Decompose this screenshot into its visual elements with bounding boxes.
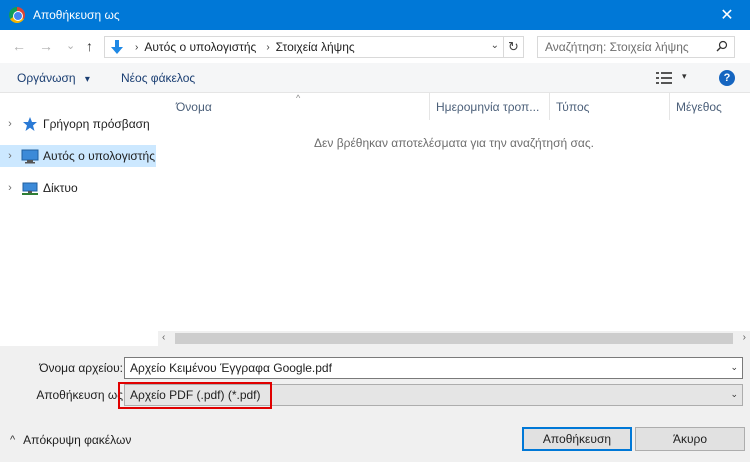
chevron-right-icon[interactable]: › — [1, 118, 19, 130]
forward-button[interactable]: → — [39, 38, 53, 54]
highlight-box — [118, 382, 272, 409]
scrollbar-thumb[interactable] — [175, 333, 733, 344]
filename-label: Όνομα αρχείου: — [39, 361, 123, 375]
empty-results-message: Δεν βρέθηκαν αποτελέσματα για την αναζήτ… — [314, 136, 594, 150]
breadcrumb-separator: › — [266, 41, 270, 53]
recent-locations-button[interactable]: ⌄ — [66, 39, 75, 52]
sidebar-item-label: Γρήγορη πρόσβαση — [43, 117, 150, 131]
new-folder-button[interactable]: Νέος φάκελος — [121, 71, 195, 85]
hide-folders-label: Απόκρυψη φακέλων — [23, 433, 132, 447]
download-folder-icon — [109, 39, 125, 55]
filename-row: Όνομα αρχείου: Αρχείο Κειμένου Έγγραφα G… — [0, 357, 750, 379]
window-title: Αποθήκευση ως — [33, 8, 120, 22]
help-button[interactable]: ? — [719, 70, 735, 86]
breadcrumb-separator: › — [135, 41, 139, 53]
address-dropdown-button[interactable]: ⌄ — [491, 40, 499, 51]
sidebar-item-quick-access[interactable]: › Γρήγορη πρόσβαση — [0, 113, 156, 135]
sidebar-item-label: Αυτός ο υπολογιστής — [43, 149, 155, 163]
refresh-button[interactable]: ↻ — [504, 36, 524, 58]
chrome-icon — [9, 7, 25, 23]
search-input[interactable]: Αναζήτηση: Στοιχεία λήψης — [537, 36, 735, 58]
sidebar-item-this-pc[interactable]: › Αυτός ο υπολογιστής — [0, 145, 156, 167]
computer-icon — [21, 148, 39, 164]
chevron-right-icon[interactable]: › — [1, 182, 19, 194]
cancel-button[interactable]: Άκυρο — [635, 427, 745, 451]
close-button[interactable]: ✕ — [704, 0, 750, 30]
chevron-right-icon[interactable]: › — [1, 150, 19, 162]
navigation-pane: › Γρήγορη πρόσβαση › Αυτός ο υπολογιστής… — [0, 93, 156, 346]
search-icon — [716, 40, 728, 55]
column-header-size[interactable]: Μέγεθος — [670, 93, 750, 120]
scroll-left-button[interactable]: ‹ — [162, 332, 165, 343]
filename-input[interactable]: Αρχείο Κειμένου Έγγραφα Google.pdf ⌄ — [124, 357, 743, 379]
command-toolbar: Οργάνωση ▾ Νέος φάκελος ▾ ? — [0, 63, 750, 93]
breadcrumb-this-pc[interactable]: Αυτός ο υπολογιστής — [144, 40, 256, 54]
chevron-down-icon: ▾ — [84, 74, 90, 85]
navigation-bar: ← → ⌄ ↑ › Αυτός ο υπολογιστής › Στοιχεία… — [0, 30, 750, 63]
organize-menu-button[interactable]: Οργάνωση ▾ — [17, 71, 90, 85]
scroll-right-button[interactable]: › — [743, 332, 746, 343]
main-content: › Γρήγορη πρόσβαση › Αυτός ο υπολογιστής… — [0, 93, 750, 346]
save-button[interactable]: Αποθήκευση — [522, 427, 632, 451]
sidebar-item-label: Δίκτυο — [43, 181, 78, 195]
chevron-up-icon: ^ — [10, 434, 16, 446]
up-button[interactable]: ↑ — [86, 38, 93, 54]
save-type-label: Αποθήκευση ως — [36, 388, 123, 402]
column-header-date-modified[interactable]: Ημερομηνία τροπ... — [430, 93, 550, 120]
view-options-icon[interactable] — [656, 72, 672, 84]
column-header-type[interactable]: Τύπος — [550, 93, 670, 120]
back-button[interactable]: ← — [12, 38, 26, 54]
hide-folders-button[interactable]: ^ Απόκρυψη φακέλων — [10, 433, 131, 447]
organize-label: Οργάνωση — [17, 71, 76, 85]
address-bar[interactable]: › Αυτός ο υπολογιστής › Στοιχεία λήψης ⌄ — [104, 36, 504, 58]
file-list: ^ Όνομα Ημερομηνία τροπ... Τύπος Μέγεθος… — [158, 93, 750, 346]
title-bar: Αποθήκευση ως ✕ — [0, 0, 750, 30]
breadcrumb-downloads[interactable]: Στοιχεία λήψης — [276, 40, 355, 54]
horizontal-scrollbar[interactable]: ‹ › — [158, 331, 750, 346]
chevron-down-icon[interactable]: ⌄ — [730, 362, 738, 373]
network-icon — [21, 180, 39, 196]
sidebar-item-network[interactable]: › Δίκτυο — [0, 177, 156, 199]
chevron-down-icon[interactable]: ⌄ — [730, 389, 738, 400]
column-header-name[interactable]: Όνομα — [170, 93, 430, 120]
filename-value: Αρχείο Κειμένου Έγγραφα Google.pdf — [130, 361, 332, 375]
save-type-row: Αποθήκευση ως Αρχείο PDF (.pdf) (*.pdf) … — [0, 384, 750, 406]
star-icon — [21, 116, 39, 132]
view-dropdown-button[interactable]: ▾ — [682, 71, 687, 82]
search-placeholder: Αναζήτηση: Στοιχεία λήψης — [545, 40, 689, 54]
